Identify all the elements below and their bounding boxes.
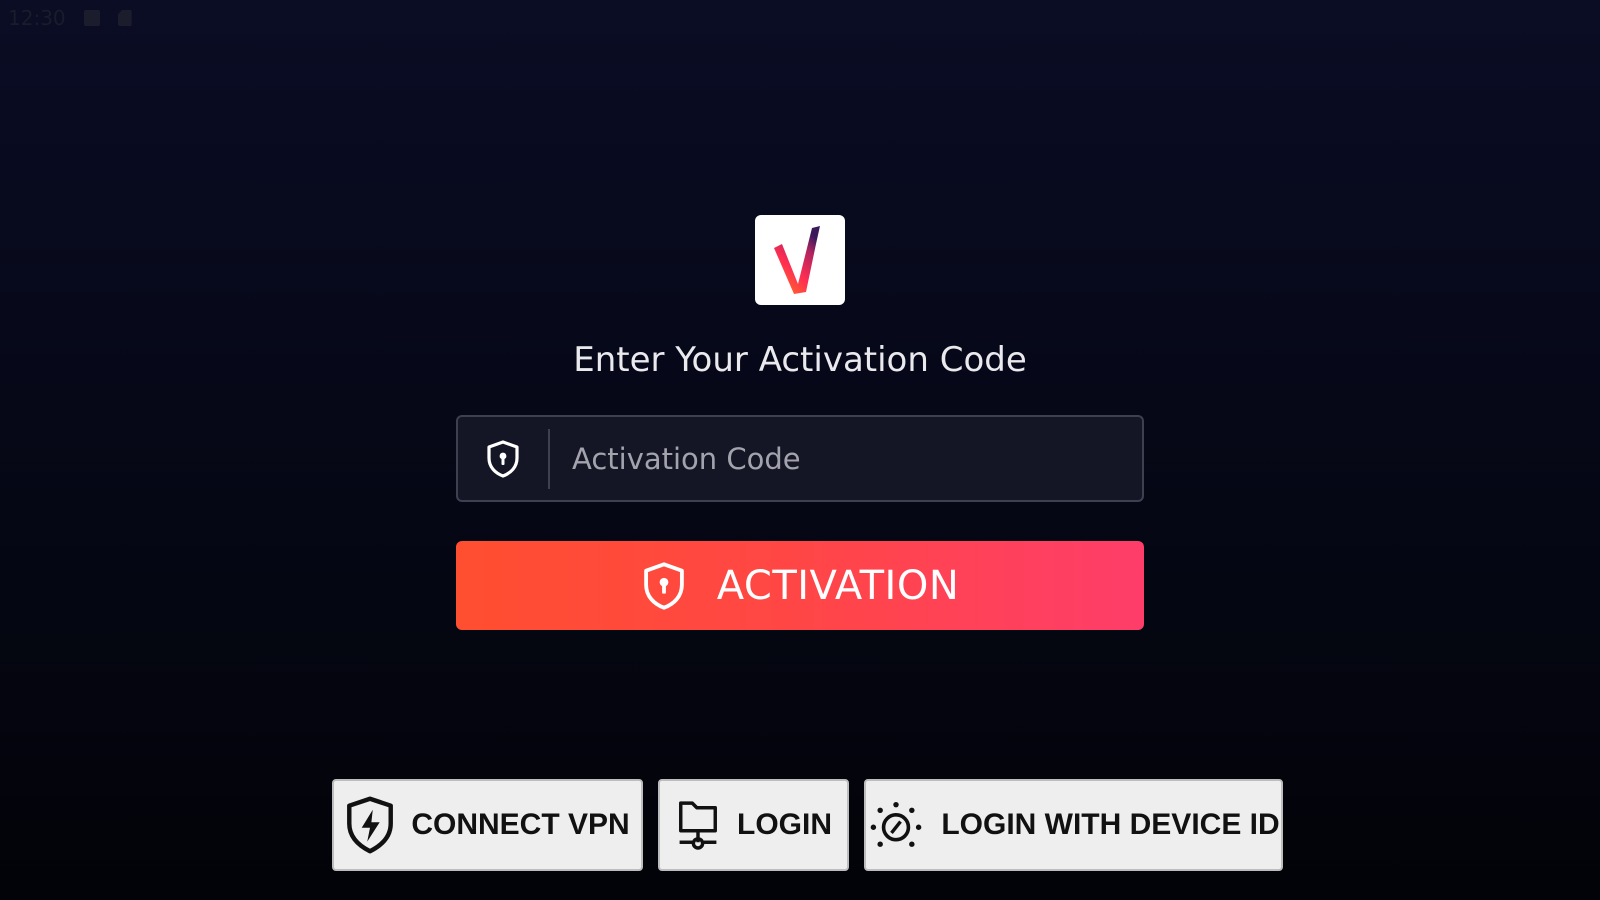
device-scan-icon	[867, 799, 925, 851]
activation-button[interactable]: ACTIVATION	[456, 541, 1144, 630]
page-title: Enter Your Activation Code	[573, 340, 1027, 380]
image-icon	[83, 10, 100, 26]
activation-button-label: ACTIVATION	[716, 562, 960, 609]
shield-lock-icon	[458, 417, 548, 500]
shield-bolt-icon	[345, 796, 395, 854]
login-label: LOGIN	[737, 808, 832, 841]
status-time: 12:30	[8, 6, 66, 30]
activation-code-field	[456, 415, 1144, 502]
sd-card-icon	[117, 10, 132, 26]
login-button[interactable]: LOGIN	[658, 779, 849, 871]
activation-code-input[interactable]	[550, 417, 1142, 500]
shield-lock-icon	[641, 560, 687, 612]
v-logo-icon	[774, 226, 820, 294]
connect-vpn-button[interactable]: CONNECT VPN	[332, 779, 643, 871]
app-logo	[755, 215, 845, 305]
connect-vpn-label: CONNECT VPN	[411, 808, 630, 841]
network-folder-icon	[675, 796, 721, 854]
login-device-id-button[interactable]: LOGIN WITH DEVICE ID	[864, 779, 1283, 871]
status-bar: 12:30	[8, 4, 132, 32]
login-device-id-label: LOGIN WITH DEVICE ID	[941, 808, 1280, 841]
